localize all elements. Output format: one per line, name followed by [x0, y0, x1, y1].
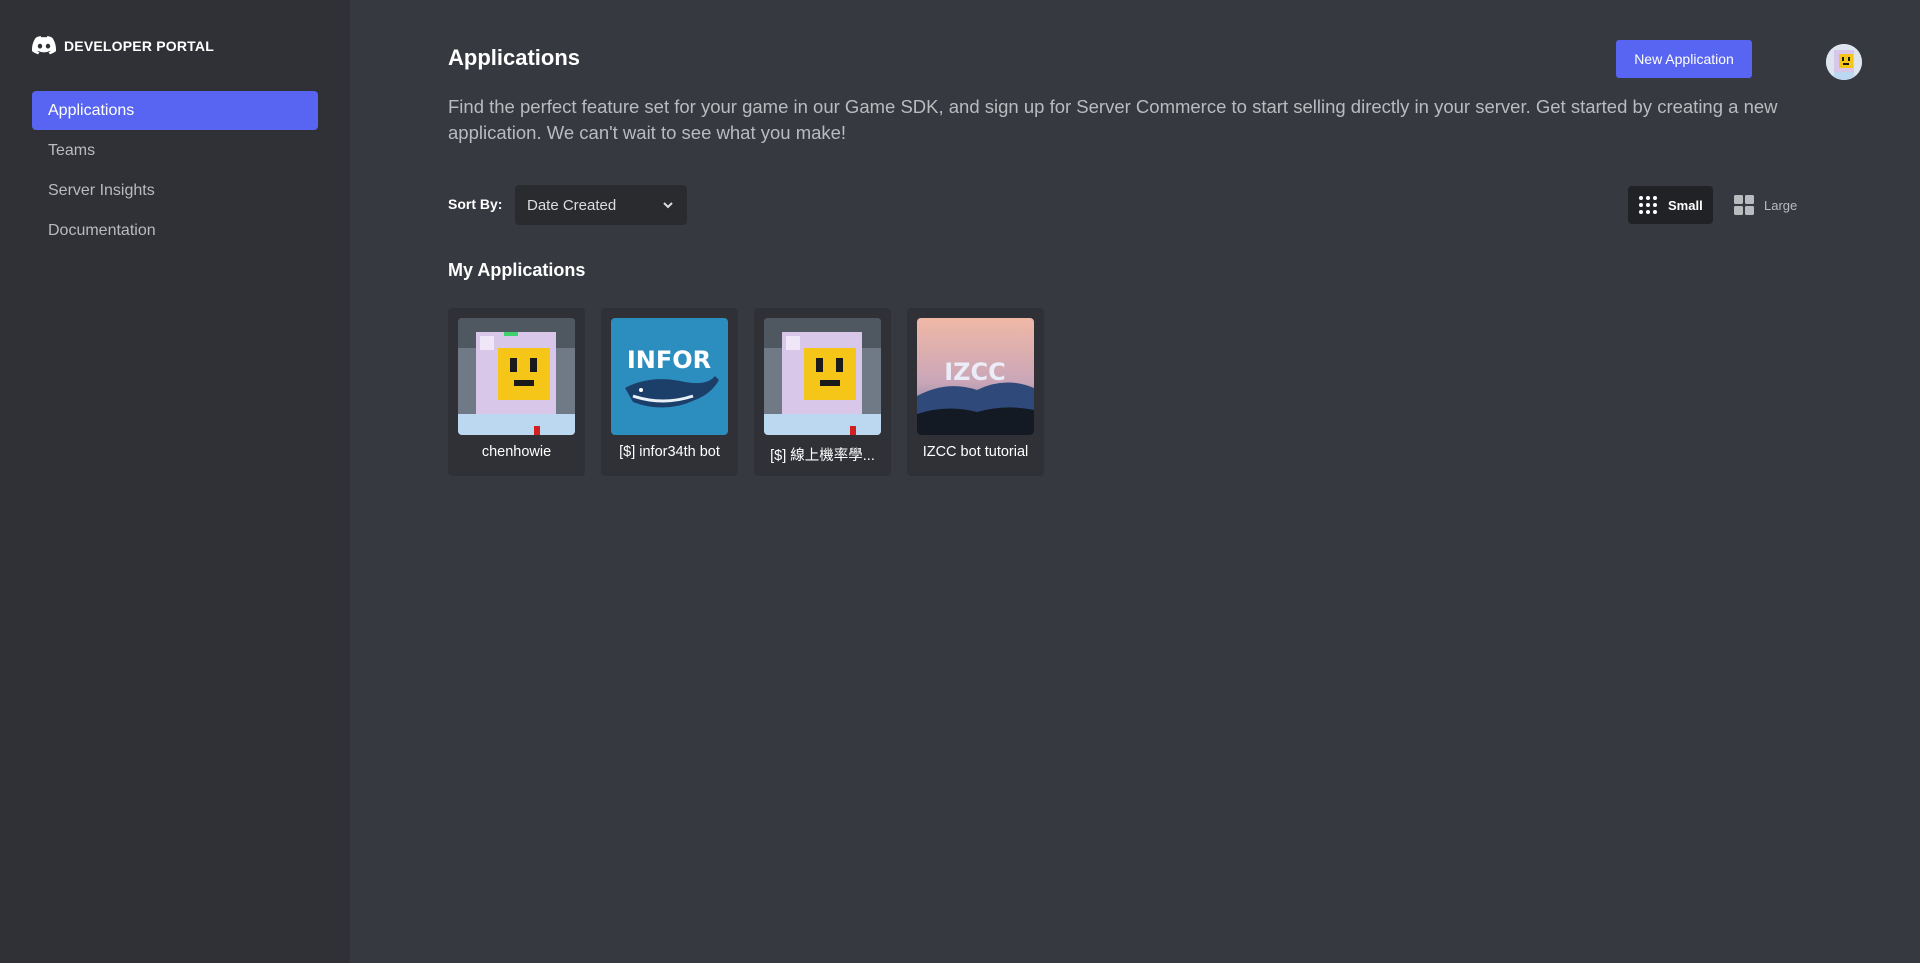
grid-small-icon: [1639, 196, 1657, 214]
new-application-button[interactable]: New Application: [1616, 40, 1752, 78]
page-title: Applications: [448, 45, 581, 70]
brand-logo[interactable]: DEVELOPER PORTAL: [32, 36, 214, 56]
sidebar-nav: Applications Teams Server Insights Docum…: [32, 91, 318, 251]
pixel-character-avatar-icon: [764, 318, 881, 435]
app-name: [$] infor34th bot: [619, 444, 720, 460]
app-name: chenhowie: [481, 444, 552, 460]
app-card[interactable]: IZCC IZCC bot tutorial: [907, 308, 1044, 476]
app-name: IZCC bot tutorial: [922, 444, 1029, 460]
brand-title: DEVELOPER PORTAL: [64, 38, 214, 54]
view-small-label: Small: [1668, 197, 1703, 213]
sort-selected-value: Date Created: [527, 196, 617, 214]
sidebar-item-server-insights[interactable]: Server Insights: [32, 171, 318, 210]
page-description: Find the perfect feature set for your ga…: [448, 96, 1778, 143]
applications-grid: chenhowie INFOR [$] infor34th bot [$] 線上…: [448, 308, 1044, 476]
infor-logo-text: INFOR: [627, 346, 711, 374]
my-applications-title: My Applications: [448, 260, 586, 280]
sidebar-item-teams[interactable]: Teams: [32, 131, 318, 170]
view-large-label: Large: [1764, 197, 1798, 213]
izcc-logo-text: IZCC: [944, 358, 1006, 386]
infor-whale-logo-icon: INFOR: [611, 318, 728, 435]
discord-logo-icon: [32, 36, 56, 55]
sidebar-item-documentation[interactable]: Documentation: [32, 211, 318, 250]
pixel-character-avatar-icon: [1826, 44, 1862, 80]
sort-by-label: Sort By:: [448, 196, 503, 212]
chevron-down-icon: [663, 202, 673, 209]
view-large-toggle[interactable]: Large: [1724, 186, 1807, 224]
app-card[interactable]: INFOR [$] infor34th bot: [601, 308, 738, 476]
izcc-mountain-logo-icon: IZCC: [917, 318, 1034, 435]
view-small-toggle[interactable]: Small: [1628, 186, 1713, 224]
sidebar-item-applications[interactable]: Applications: [32, 91, 318, 130]
pixel-character-avatar-icon: [458, 318, 575, 435]
grid-large-icon: [1734, 195, 1754, 215]
app-name: [$] 線上機率學...: [770, 448, 875, 464]
sidebar: DEVELOPER PORTAL Applications Teams Serv…: [0, 0, 350, 963]
user-avatar[interactable]: [1826, 44, 1862, 80]
app-card[interactable]: [$] 線上機率學...: [754, 308, 891, 476]
sort-select[interactable]: Date Created: [515, 185, 687, 225]
app-card[interactable]: chenhowie: [448, 308, 585, 476]
